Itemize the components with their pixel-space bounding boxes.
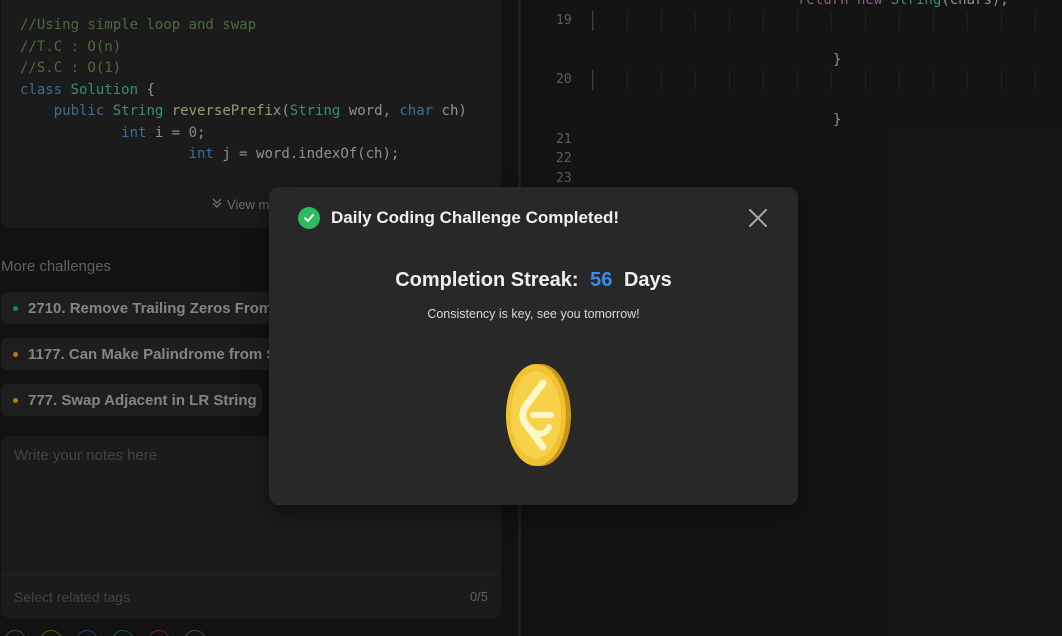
- streak-unit: Days: [623, 269, 672, 291]
- streak-line: Completion Streak: 56 Days: [269, 269, 798, 292]
- modal-title: Daily Coding Challenge Completed!: [331, 208, 620, 227]
- app-root: //Using simple loop and swap //T.C : O(n…: [0, 0, 1062, 636]
- modal-header: Daily Coding Challenge Completed!: [298, 207, 619, 229]
- close-icon[interactable]: [748, 208, 768, 228]
- streak-value: 56: [590, 269, 613, 291]
- coin-icon: [503, 363, 573, 467]
- check-circle-icon: [298, 207, 320, 229]
- modal-subtitle: Consistency is key, see you tomorrow!: [427, 307, 640, 321]
- streak-label: Completion Streak:: [395, 269, 579, 291]
- streak-modal: Daily Coding Challenge Completed! Comple…: [269, 187, 798, 505]
